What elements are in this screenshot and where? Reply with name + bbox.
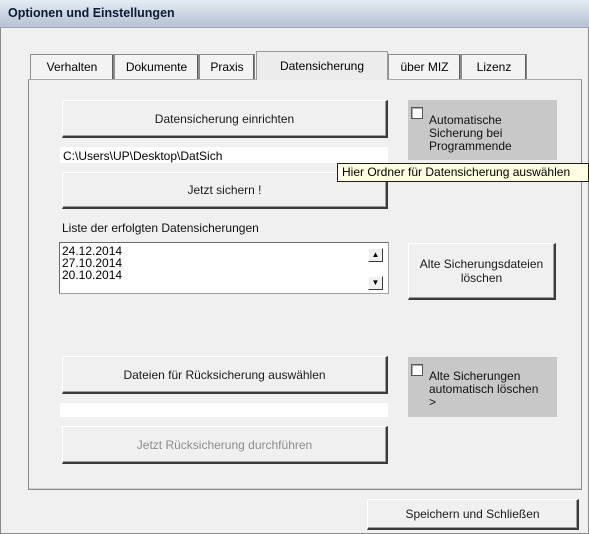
setup-backup-button[interactable]: Datensicherung einrichten (62, 100, 388, 138)
tab-verhalten[interactable]: Verhalten (30, 54, 114, 79)
history-list[interactable]: 24.12.2014 27.10.2014 20.10.2014 (59, 242, 389, 294)
backup-path-field[interactable]: C:\Users\UP\Desktop\DatSich (59, 146, 389, 164)
tab-dokumente[interactable]: Dokumente (114, 54, 199, 79)
restore-files-field[interactable] (59, 402, 389, 418)
scroll-up-icon[interactable]: ▲ (368, 248, 383, 262)
run-restore-button[interactable]: Jetzt Rücksicherung durchführen (62, 426, 388, 464)
scroll-down-icon[interactable]: ▼ (368, 276, 383, 290)
folder-tooltip: Hier Ordner für Datensicherung auswählen (337, 163, 589, 182)
history-label: Liste der erfolgten Datensicherungen (62, 221, 259, 235)
tab-datensicherung[interactable]: Datensicherung (256, 51, 388, 80)
delete-old-backups-button[interactable]: Alte Sicherungsdateien löschen (408, 243, 556, 300)
save-and-close-button[interactable]: Speichern und Schließen (367, 499, 579, 530)
auto-backup-checkbox[interactable] (411, 107, 423, 119)
list-item[interactable]: 20.10.2014 (60, 269, 388, 281)
auto-backup-label: Automatische Sicherung bei Programmende (429, 113, 512, 153)
auto-delete-label: Alte Sicherungen automatisch löschen > (429, 369, 539, 409)
select-restore-files-button[interactable]: Dateien für Rücksicherung auswählen (62, 356, 388, 394)
tab-ueber-miz[interactable]: über MIZ (388, 54, 461, 79)
auto-delete-checkbox[interactable] (411, 364, 423, 376)
window-title: Optionen und Einstellungen (8, 6, 175, 20)
tab-praxis[interactable]: Praxis (199, 54, 255, 79)
tab-lizenz[interactable]: Lizenz (461, 54, 527, 79)
